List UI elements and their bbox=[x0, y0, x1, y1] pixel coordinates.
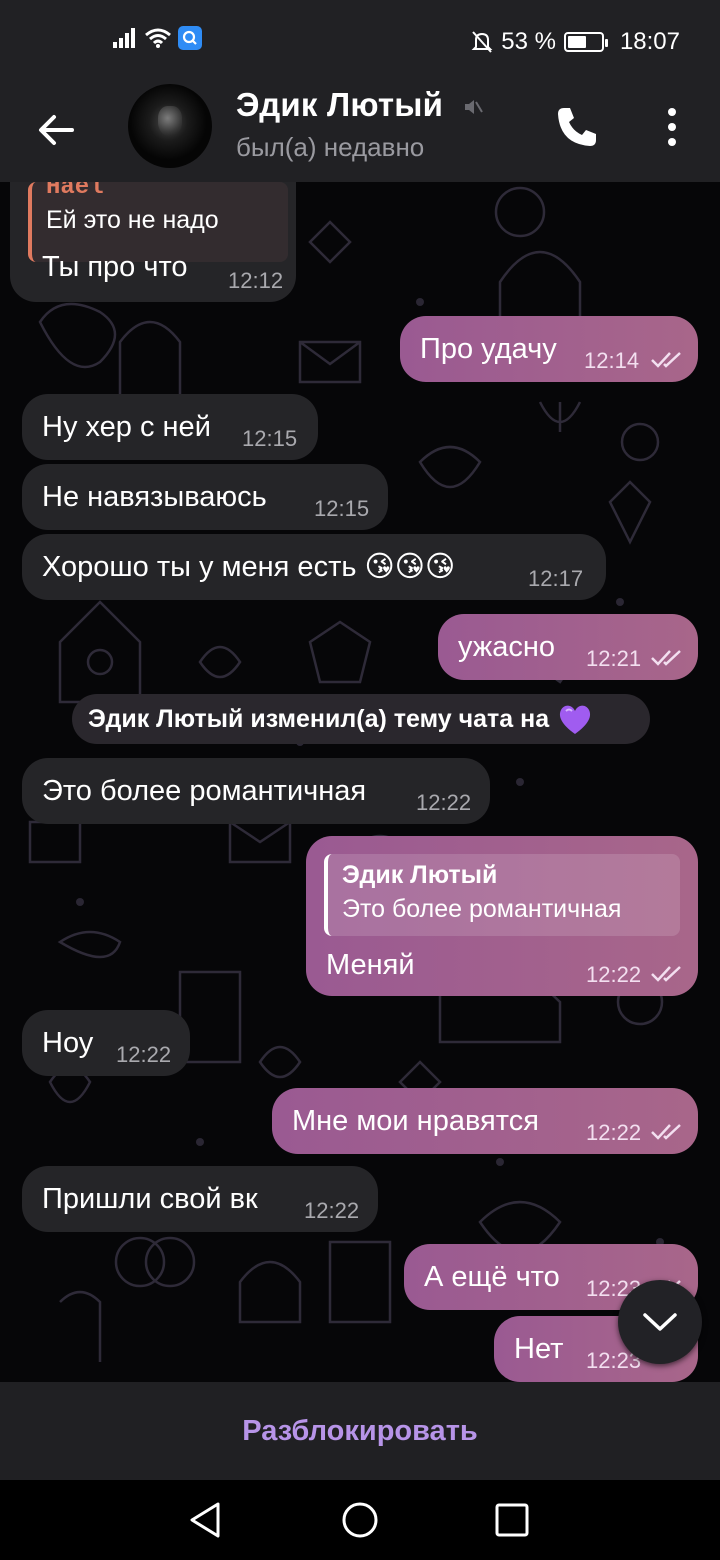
message-text: Нет bbox=[514, 1333, 564, 1365]
do-not-disturb-icon bbox=[471, 31, 493, 53]
message-time: 12:21 bbox=[586, 646, 642, 671]
battery-icon bbox=[563, 32, 608, 52]
muted-icon bbox=[465, 100, 483, 114]
phone-icon bbox=[558, 108, 596, 146]
signal-icon bbox=[113, 28, 135, 48]
avatar[interactable] bbox=[128, 84, 212, 168]
service-text: Эдик Лютый изменил(а) тему чата на bbox=[88, 704, 550, 733]
message-text: Пришли свой вк bbox=[42, 1183, 258, 1215]
message-time: 12:22 bbox=[304, 1198, 360, 1223]
message-time: 12:22 bbox=[586, 1120, 642, 1145]
message-in-2[interactable]: Ну хер с ней 12:15 bbox=[22, 394, 318, 460]
message-time: 12:12 bbox=[228, 268, 284, 293]
double-check-icon bbox=[651, 352, 681, 368]
purple-heart-icon bbox=[560, 705, 591, 734]
service-message: Эдик Лютый изменил(а) тему чата на bbox=[72, 694, 650, 744]
status-bar: 53 % 18:07 bbox=[0, 0, 720, 82]
app-notification-icon bbox=[178, 26, 202, 50]
unblock-bar: Разблокировать bbox=[0, 1382, 720, 1480]
message-text: ужасно bbox=[458, 631, 555, 663]
message-text: А ещё что bbox=[424, 1261, 560, 1293]
message-time: 12:22 bbox=[116, 1042, 172, 1067]
reply-author: Эдик Лютый bbox=[342, 861, 498, 889]
double-check-icon bbox=[651, 966, 681, 982]
message-text: Ноу bbox=[42, 1027, 94, 1059]
message-out-5[interactable]: ужасно 12:21 bbox=[438, 614, 698, 680]
message-text: Про удачу bbox=[420, 333, 557, 365]
call-button[interactable] bbox=[554, 104, 600, 150]
message-out-9[interactable]: Мне мои нравятся 12:22 bbox=[272, 1088, 698, 1154]
message-text: Хорошо ты у меня есть 😘😘😘 bbox=[42, 551, 456, 583]
scroll-down-button[interactable] bbox=[618, 1280, 702, 1364]
double-check-icon bbox=[651, 1124, 681, 1140]
message-text: Меняй bbox=[326, 949, 415, 981]
status-left bbox=[112, 26, 202, 50]
chevron-down-icon bbox=[643, 1313, 677, 1331]
reply-text: Ей это не надо bbox=[46, 205, 219, 234]
last-seen: был(а) недавно bbox=[236, 132, 425, 162]
battery-percent: 53 % bbox=[501, 28, 556, 55]
wifi-icon bbox=[145, 28, 171, 48]
message-in-4[interactable]: Хорошо ты у меня есть 😘😘😘 12:17 bbox=[22, 534, 606, 600]
arrow-left-icon bbox=[39, 115, 74, 145]
message-time: 12:22 bbox=[416, 790, 472, 815]
message-time: 12:14 bbox=[584, 348, 640, 373]
double-check-icon bbox=[651, 650, 681, 666]
message-list[interactable]: Hael Ей это не надо Ты про что 12:12 Про… bbox=[0, 182, 720, 1382]
nav-home-icon[interactable] bbox=[340, 1500, 380, 1540]
unblock-button[interactable]: Разблокировать bbox=[242, 1415, 477, 1448]
message-text: Мне мои нравятся bbox=[292, 1105, 539, 1137]
message-text: Ты про что bbox=[42, 251, 188, 283]
status-right: 53 % 18:07 bbox=[471, 28, 680, 56]
message-text: Ну хер с ней bbox=[42, 411, 211, 443]
message-time: 12:17 bbox=[528, 566, 584, 591]
nav-recents-icon[interactable] bbox=[492, 1500, 532, 1540]
message-time: 12:15 bbox=[314, 496, 370, 521]
message-text: Не навязываюсь bbox=[42, 481, 267, 513]
more-vertical-icon bbox=[668, 108, 676, 146]
clock: 18:07 bbox=[619, 28, 680, 55]
contact-name[interactable]: Эдик Лютый bbox=[236, 86, 443, 124]
message-out-7[interactable]: Эдик Лютый Это более романтичная Меняй 1… bbox=[306, 836, 698, 996]
reply-author: Hael bbox=[46, 182, 104, 201]
system-nav-bar bbox=[0, 1480, 720, 1560]
message-text: Это более романтичная bbox=[42, 775, 367, 807]
screen: 53 % 18:07 Эдик Лютый был(а) недавно Hae… bbox=[0, 0, 720, 1560]
message-in-3[interactable]: Не навязываюсь 12:15 bbox=[22, 464, 388, 530]
message-time: 12:15 bbox=[242, 426, 298, 451]
message-in-0[interactable]: Hael Ей это не надо Ты про что 12:12 bbox=[10, 182, 296, 302]
message-in-8[interactable]: Ноу 12:22 bbox=[22, 1010, 190, 1076]
nav-back-icon[interactable] bbox=[186, 1500, 226, 1540]
message-in-6[interactable]: Это более романтичная 12:22 bbox=[22, 758, 490, 824]
reply-quote[interactable]: Эдик Лютый Это более романтичная bbox=[324, 854, 680, 936]
reply-text: Это более романтичная bbox=[342, 895, 622, 923]
message-out-1[interactable]: Про удачу 12:14 bbox=[400, 316, 698, 382]
back-button[interactable] bbox=[30, 104, 82, 156]
more-menu-button[interactable] bbox=[652, 104, 692, 150]
message-time: 12:22 bbox=[586, 962, 642, 987]
chat-header: Эдик Лютый был(а) недавно bbox=[0, 82, 720, 182]
message-in-10[interactable]: Пришли свой вк 12:22 bbox=[22, 1166, 378, 1232]
